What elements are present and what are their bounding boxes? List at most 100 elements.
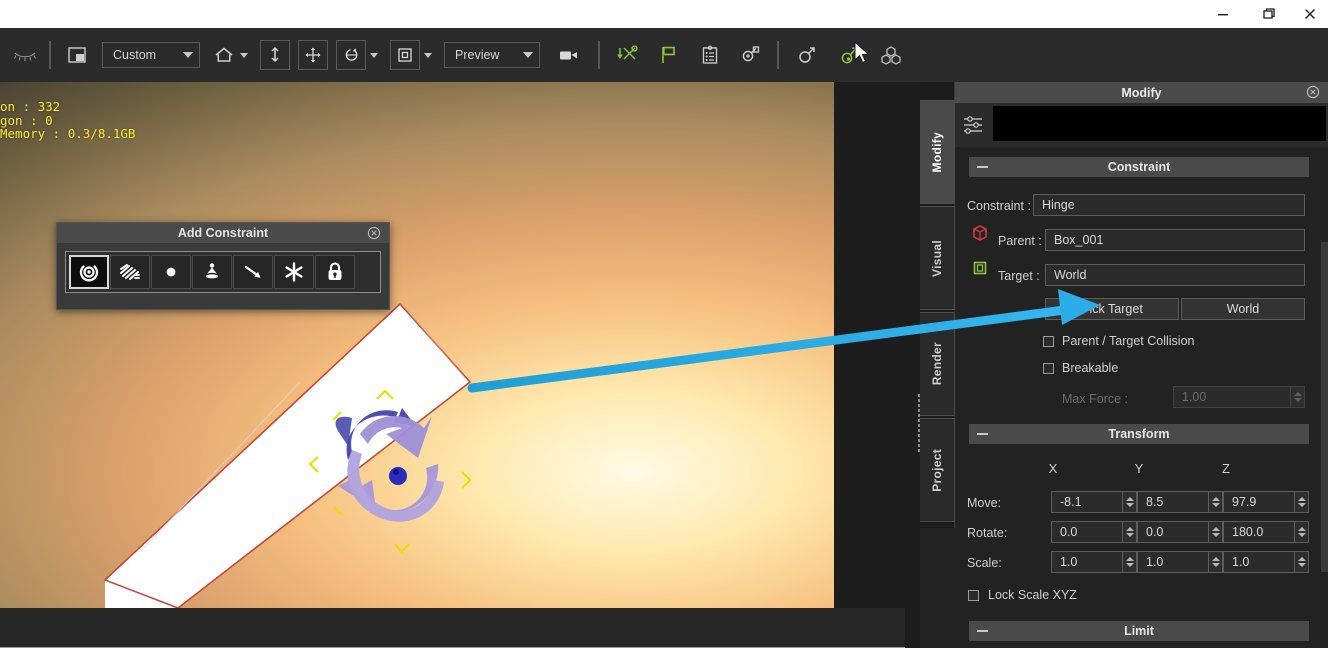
scale-z-field[interactable]: 1.0: [1223, 551, 1295, 573]
move-y-field[interactable]: 8.5: [1137, 491, 1209, 513]
constraint-value-field[interactable]: Hinge: [1033, 194, 1305, 216]
stepper-down-icon[interactable]: [1211, 563, 1220, 567]
preview-combo[interactable]: Preview: [444, 42, 540, 68]
minus-collapse-icon: [977, 433, 988, 435]
axis-header-x: X: [1048, 461, 1058, 476]
move-z-field[interactable]: 97.9: [1223, 491, 1295, 513]
lock-scale-xyz-checkbox[interactable]: [968, 590, 979, 601]
rotate-y-stepper[interactable]: [1209, 521, 1223, 543]
move-x-field[interactable]: -8.1: [1051, 491, 1123, 513]
constraint-type-spring[interactable]: [110, 255, 150, 289]
mouse-cursor: [854, 40, 870, 64]
move-z-stepper[interactable]: [1295, 491, 1309, 513]
blocks-group-button[interactable]: [876, 40, 906, 70]
breakable-checkbox[interactable]: [1043, 363, 1054, 374]
scale-chevron-down-icon[interactable]: [424, 52, 432, 58]
stepper-down-icon[interactable]: [1297, 563, 1306, 567]
world-button[interactable]: World: [1181, 298, 1305, 320]
constraint-type-lock[interactable]: [315, 255, 355, 289]
minimize-button[interactable]: [1200, 0, 1246, 28]
pick-target-button[interactable]: Pick Target: [1045, 298, 1179, 320]
move-y-stepper[interactable]: [1209, 491, 1223, 513]
section-header-transform[interactable]: Transform: [969, 424, 1309, 444]
panel-header-field[interactable]: [993, 106, 1326, 141]
zoom-object-icon: [742, 46, 760, 62]
video-camera-button[interactable]: [554, 40, 584, 70]
rotate-chevron-down-icon[interactable]: [370, 52, 378, 58]
tab-project[interactable]: Project: [920, 418, 955, 522]
stepper-down-icon[interactable]: [1125, 503, 1134, 507]
main-toolbar: Custom Preview: [0, 28, 1328, 82]
section-header-constraint[interactable]: Constraint: [969, 157, 1309, 177]
clipboard-list-button[interactable]: [695, 40, 725, 70]
rotate-x-field[interactable]: 0.0: [1051, 521, 1123, 543]
tab-visual[interactable]: Visual: [920, 206, 955, 310]
panel-layout-button[interactable]: [62, 40, 92, 70]
scale-y-field[interactable]: 1.0: [1137, 551, 1209, 573]
close-button[interactable]: [1292, 0, 1328, 28]
eyelash-closed-eye-button[interactable]: [10, 40, 40, 70]
minus-collapse-icon: [977, 630, 988, 632]
constraint-type-slider[interactable]: [233, 255, 273, 289]
stepper-up-icon[interactable]: [1297, 527, 1306, 531]
home-button[interactable]: [212, 40, 236, 70]
stepper-up-icon[interactable]: [1211, 497, 1220, 501]
scale-y-stepper[interactable]: [1209, 551, 1223, 573]
stepper-up-icon[interactable]: [1125, 527, 1134, 531]
stepper-down-icon[interactable]: [1297, 533, 1306, 537]
stepper-up-icon[interactable]: [1211, 527, 1220, 531]
parent-value-field[interactable]: Box_001: [1045, 229, 1305, 251]
move-tool-button[interactable]: [298, 40, 328, 70]
maximize-button[interactable]: [1246, 0, 1292, 28]
stepper-up-icon[interactable]: [1297, 497, 1306, 501]
constraint-type-fixed[interactable]: [274, 255, 314, 289]
scale-x-field[interactable]: 1.0: [1051, 551, 1123, 573]
rotate-x-stepper[interactable]: [1123, 521, 1137, 543]
panel-close-button[interactable]: [1306, 85, 1320, 99]
move-x-stepper[interactable]: [1123, 491, 1137, 513]
preset-combo[interactable]: Custom: [102, 42, 200, 68]
apply-physics-icon: [617, 45, 638, 60]
section-title-transform: Transform: [1108, 427, 1170, 441]
tab-render[interactable]: Render: [920, 312, 955, 416]
add-constraint-titlebar: Add Constraint: [57, 223, 389, 243]
flag-button[interactable]: [653, 40, 683, 70]
constraint-type-cone[interactable]: [192, 255, 232, 289]
rotate-y-field[interactable]: 0.0: [1137, 521, 1209, 543]
constraint-type-hinge[interactable]: [69, 255, 109, 289]
apply-physics-button[interactable]: [613, 40, 643, 70]
stepper-up-icon[interactable]: [1297, 557, 1306, 561]
add-constraint-dialog[interactable]: Add Constraint: [56, 222, 390, 310]
add-constraint-close-button[interactable]: [367, 226, 381, 240]
stepper-up-icon[interactable]: [1125, 557, 1134, 561]
section-header-limit[interactable]: Limit: [969, 621, 1309, 641]
stepper-down-icon[interactable]: [1125, 563, 1134, 567]
scale-z-stepper[interactable]: [1295, 551, 1309, 573]
zoom-object-button[interactable]: [735, 40, 765, 70]
stepper-down-icon[interactable]: [1211, 533, 1220, 537]
drop-to-floor-button[interactable]: [260, 40, 290, 70]
stepper-down-icon[interactable]: [1211, 503, 1220, 507]
breakable-label: Breakable: [1062, 361, 1119, 375]
stepper-up-icon[interactable]: [1125, 497, 1134, 501]
rotate-z-stepper[interactable]: [1295, 521, 1309, 543]
stepper-down-icon[interactable]: [1125, 533, 1134, 537]
target-value-field[interactable]: World: [1045, 264, 1305, 286]
constraint-type-point[interactable]: [151, 255, 191, 289]
scale-x-stepper[interactable]: [1123, 551, 1137, 573]
sliders-settings-button[interactable]: [955, 103, 993, 147]
scale-tool-button[interactable]: [390, 40, 420, 70]
home-chevron-down-icon[interactable]: [240, 52, 248, 58]
character-rig-button[interactable]: [792, 40, 822, 70]
parent-target-collision-checkbox[interactable]: [1043, 336, 1054, 347]
stepper-up-icon: [1293, 392, 1302, 396]
panel-layout-icon: [68, 47, 86, 63]
panel-scrollbar[interactable]: [1321, 242, 1328, 572]
stepper-down-icon[interactable]: [1297, 503, 1306, 507]
rotate-z-field[interactable]: 180.0: [1223, 521, 1295, 543]
title-bar-blank: [0, 0, 1182, 28]
viewport-3d[interactable]: on : 332 gon : 0 Memory : 0.3/8.1GB Add …: [0, 82, 834, 608]
rotate-tool-button[interactable]: [336, 40, 366, 70]
tab-modify[interactable]: Modify: [920, 100, 955, 204]
stepper-up-icon[interactable]: [1211, 557, 1220, 561]
